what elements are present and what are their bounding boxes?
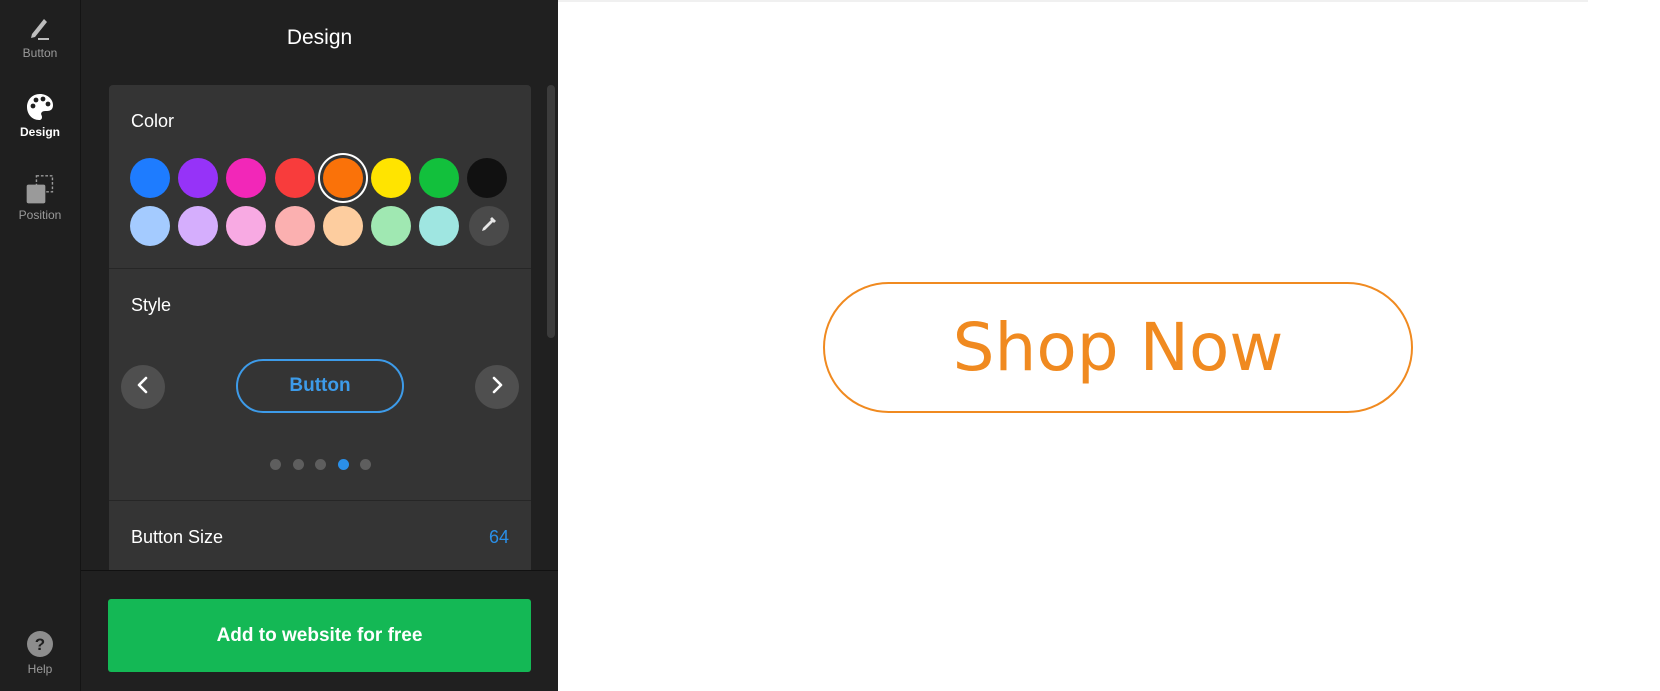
svg-text:?: ? — [35, 635, 45, 654]
rail-item-label: Help — [27, 662, 53, 676]
settings-scroll-area[interactable]: Color Style Button Button Size 64 — [109, 85, 531, 571]
pagination-dot[interactable] — [315, 459, 326, 470]
pagination-dot[interactable] — [360, 459, 371, 470]
pagination-dot[interactable] — [292, 459, 304, 470]
rail-item-label: Position — [18, 208, 62, 222]
panel-scrollbar[interactable] — [547, 85, 555, 338]
color-swatch[interactable] — [371, 158, 411, 198]
color-swatch[interactable] — [322, 206, 363, 246]
button-size-label: Button Size — [131, 527, 224, 547]
color-swatch[interactable] — [274, 158, 315, 198]
panel-title: Design — [286, 26, 353, 49]
color-swatch[interactable] — [130, 158, 170, 198]
shop-now-preview-button[interactable]: Shop Now — [823, 282, 1413, 413]
help-icon: ? — [24, 628, 56, 660]
pagination-dot[interactable] — [337, 459, 349, 470]
rail-item-design[interactable]: Design — [0, 91, 80, 139]
color-swatch[interactable] — [178, 158, 219, 198]
color-swatch[interactable] — [371, 206, 411, 246]
chevron-right-icon — [489, 376, 505, 399]
chevron-left-icon — [135, 376, 151, 399]
icon-rail: Button Design Position ? Help — [0, 0, 81, 691]
style-section-label: Style — [131, 295, 172, 315]
eyedropper-icon — [479, 214, 499, 239]
preview-canvas: Shop Now — [558, 0, 1660, 691]
pagination-dot[interactable] — [270, 459, 281, 470]
rail-item-label: Button — [22, 46, 58, 60]
style-prev-button[interactable] — [121, 365, 165, 409]
style-next-button[interactable] — [475, 365, 519, 409]
color-swatch[interactable] — [467, 158, 508, 198]
color-swatch[interactable] — [274, 206, 315, 246]
color-swatch[interactable] — [178, 206, 219, 246]
color-swatch[interactable] — [130, 206, 170, 246]
color-swatch[interactable] — [419, 206, 460, 246]
color-swatch[interactable] — [419, 158, 460, 198]
color-swatch[interactable] — [322, 158, 363, 198]
panel-footer: Add to website for free — [81, 570, 558, 691]
rail-item-button[interactable]: Button — [0, 12, 80, 60]
eyedropper-button[interactable] — [469, 206, 509, 246]
palette-icon — [24, 91, 56, 123]
rail-item-position[interactable]: Position — [0, 174, 80, 222]
app-window: Button Design Position ? Help Design Col… — [0, 0, 1660, 691]
pencil-icon — [24, 12, 56, 44]
position-icon — [24, 174, 56, 206]
button-size-value: 64 — [488, 527, 509, 547]
rail-item-help[interactable]: ? Help — [0, 628, 80, 676]
style-preview-button[interactable]: Button — [236, 359, 404, 413]
color-swatch[interactable] — [226, 206, 267, 246]
color-swatch[interactable] — [226, 158, 267, 198]
rail-item-label: Design — [19, 125, 60, 139]
section-divider — [109, 500, 531, 501]
section-divider — [109, 268, 531, 269]
canvas-top-border — [558, 0, 1588, 2]
add-to-website-button[interactable]: Add to website for free — [108, 599, 531, 672]
color-section-label: Color — [131, 111, 175, 131]
design-panel: Design Color Style Button Button Size 64… — [81, 0, 558, 691]
